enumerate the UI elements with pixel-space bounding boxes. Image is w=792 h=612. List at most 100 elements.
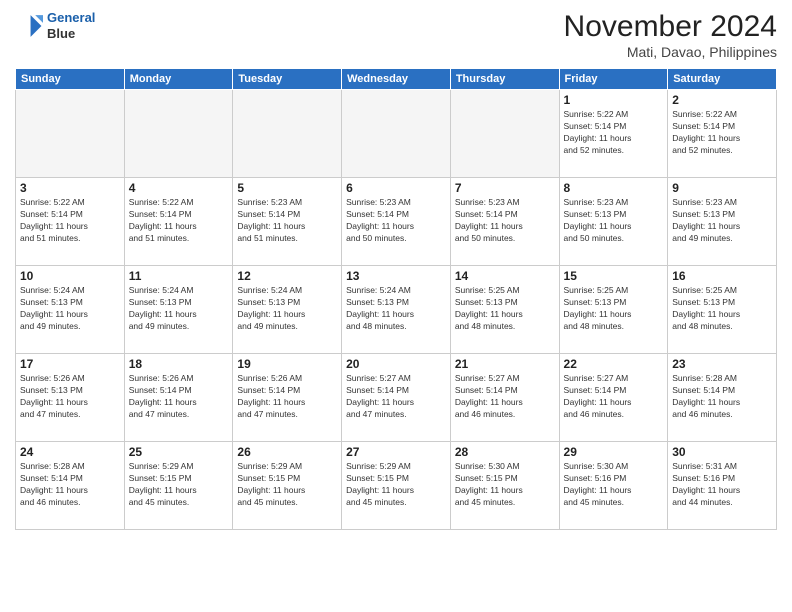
- weekday-header-saturday: Saturday: [668, 69, 777, 90]
- weekday-header-monday: Monday: [124, 69, 233, 90]
- calendar-cell: 9 Sunrise: 5:23 AM Sunset: 5:13 PM Daylig…: [668, 178, 777, 266]
- calendar-cell: 11 Sunrise: 5:24 AM Sunset: 5:13 PM Dayli…: [124, 266, 233, 354]
- week-row-4: 17Sunrise: 5:26 AM Sunset: 5:13 PM Dayli…: [16, 354, 777, 442]
- calendar-cell: [16, 90, 125, 178]
- calendar-cell: 16 Sunrise: 5:25 AM Sunset: 5:13 PM Dayli…: [668, 266, 777, 354]
- weekday-header-friday: Friday: [559, 69, 668, 90]
- day-number: 12: [237, 269, 337, 283]
- day-number: 28: [455, 445, 555, 459]
- week-row-5: 24Sunrise: 5:28 AM Sunset: 5:14 PM Dayli…: [16, 442, 777, 530]
- day-number: 18: [129, 357, 229, 371]
- calendar-cell: 19 Sunrise: 5:26 AM Sunset: 5:14 PM Dayli…: [233, 354, 342, 442]
- day-number: 25: [129, 445, 229, 459]
- day-info: Sunrise: 5:24 AM Sunset: 5:13 PM Dayligh…: [346, 285, 446, 333]
- day-number: 9: [672, 181, 772, 195]
- day-number: 19: [237, 357, 337, 371]
- day-info: Sunrise: 5:23 AM Sunset: 5:14 PM Dayligh…: [346, 197, 446, 245]
- day-number: 5: [237, 181, 337, 195]
- day-number: 29: [564, 445, 664, 459]
- month-title: November 2024: [564, 10, 777, 44]
- day-info: Sunrise: 5:30 AM Sunset: 5:16 PM Dayligh…: [564, 461, 664, 509]
- day-info: Sunrise: 5:22 AM Sunset: 5:14 PM Dayligh…: [129, 197, 229, 245]
- calendar-cell: 4 Sunrise: 5:22 AM Sunset: 5:14 PM Daylig…: [124, 178, 233, 266]
- header: General Blue November 2024 Mati, Davao, …: [15, 10, 777, 60]
- logo-icon: [15, 12, 43, 40]
- day-number: 20: [346, 357, 446, 371]
- calendar-cell: 25 Sunrise: 5:29 AM Sunset: 5:15 PM Dayli…: [124, 442, 233, 530]
- day-info: Sunrise: 5:25 AM Sunset: 5:13 PM Dayligh…: [564, 285, 664, 333]
- weekday-header-row: SundayMondayTuesdayWednesdayThursdayFrid…: [16, 69, 777, 90]
- calendar-cell: 28Sunrise: 5:30 AM Sunset: 5:15 PM Dayli…: [450, 442, 559, 530]
- calendar-cell: 5 Sunrise: 5:23 AM Sunset: 5:14 PM Daylig…: [233, 178, 342, 266]
- weekday-header-tuesday: Tuesday: [233, 69, 342, 90]
- day-number: 11: [129, 269, 229, 283]
- weekday-header-sunday: Sunday: [16, 69, 125, 90]
- calendar-cell: [233, 90, 342, 178]
- week-row-3: 10Sunrise: 5:24 AM Sunset: 5:13 PM Dayli…: [16, 266, 777, 354]
- calendar-cell: [124, 90, 233, 178]
- calendar-cell: 14 Sunrise: 5:25 AM Sunset: 5:13 PM Dayli…: [450, 266, 559, 354]
- calendar-cell: 2 Sunrise: 5:22 AM Sunset: 5:14 PM Daylig…: [668, 90, 777, 178]
- weekday-header-wednesday: Wednesday: [342, 69, 451, 90]
- day-number: 21: [455, 357, 555, 371]
- day-info: Sunrise: 5:23 AM Sunset: 5:13 PM Dayligh…: [564, 197, 664, 245]
- calendar-cell: 17Sunrise: 5:26 AM Sunset: 5:13 PM Dayli…: [16, 354, 125, 442]
- day-info: Sunrise: 5:29 AM Sunset: 5:15 PM Dayligh…: [346, 461, 446, 509]
- day-info: Sunrise: 5:27 AM Sunset: 5:14 PM Dayligh…: [346, 373, 446, 421]
- day-info: Sunrise: 5:24 AM Sunset: 5:13 PM Dayligh…: [237, 285, 337, 333]
- day-info: Sunrise: 5:31 AM Sunset: 5:16 PM Dayligh…: [672, 461, 772, 509]
- calendar-cell: 24Sunrise: 5:28 AM Sunset: 5:14 PM Dayli…: [16, 442, 125, 530]
- day-info: Sunrise: 5:26 AM Sunset: 5:13 PM Dayligh…: [20, 373, 120, 421]
- day-number: 8: [564, 181, 664, 195]
- calendar-cell: 12 Sunrise: 5:24 AM Sunset: 5:13 PM Dayli…: [233, 266, 342, 354]
- day-number: 23: [672, 357, 772, 371]
- calendar-cell: 21 Sunrise: 5:27 AM Sunset: 5:14 PM Dayli…: [450, 354, 559, 442]
- calendar-cell: 1 Sunrise: 5:22 AM Sunset: 5:14 PM Daylig…: [559, 90, 668, 178]
- week-row-2: 3 Sunrise: 5:22 AM Sunset: 5:14 PM Daylig…: [16, 178, 777, 266]
- day-info: Sunrise: 5:28 AM Sunset: 5:14 PM Dayligh…: [672, 373, 772, 421]
- day-number: 13: [346, 269, 446, 283]
- day-number: 2: [672, 93, 772, 107]
- day-info: Sunrise: 5:22 AM Sunset: 5:14 PM Dayligh…: [20, 197, 120, 245]
- day-info: Sunrise: 5:23 AM Sunset: 5:14 PM Dayligh…: [237, 197, 337, 245]
- day-number: 14: [455, 269, 555, 283]
- day-number: 4: [129, 181, 229, 195]
- calendar-cell: 30Sunrise: 5:31 AM Sunset: 5:16 PM Dayli…: [668, 442, 777, 530]
- day-number: 6: [346, 181, 446, 195]
- calendar-cell: 27 Sunrise: 5:29 AM Sunset: 5:15 PM Dayli…: [342, 442, 451, 530]
- day-number: 16: [672, 269, 772, 283]
- day-info: Sunrise: 5:29 AM Sunset: 5:15 PM Dayligh…: [237, 461, 337, 509]
- day-info: Sunrise: 5:26 AM Sunset: 5:14 PM Dayligh…: [129, 373, 229, 421]
- day-info: Sunrise: 5:27 AM Sunset: 5:14 PM Dayligh…: [455, 373, 555, 421]
- calendar-cell: 23 Sunrise: 5:28 AM Sunset: 5:14 PM Dayli…: [668, 354, 777, 442]
- calendar-cell: 6 Sunrise: 5:23 AM Sunset: 5:14 PM Daylig…: [342, 178, 451, 266]
- day-number: 26: [237, 445, 337, 459]
- calendar-cell: [342, 90, 451, 178]
- title-area: November 2024 Mati, Davao, Philippines: [564, 10, 777, 60]
- day-info: Sunrise: 5:27 AM Sunset: 5:14 PM Dayligh…: [564, 373, 664, 421]
- day-info: Sunrise: 5:22 AM Sunset: 5:14 PM Dayligh…: [672, 109, 772, 157]
- day-number: 27: [346, 445, 446, 459]
- calendar-cell: 22Sunrise: 5:27 AM Sunset: 5:14 PM Dayli…: [559, 354, 668, 442]
- day-info: Sunrise: 5:24 AM Sunset: 5:13 PM Dayligh…: [129, 285, 229, 333]
- day-info: Sunrise: 5:25 AM Sunset: 5:13 PM Dayligh…: [672, 285, 772, 333]
- calendar-cell: 8 Sunrise: 5:23 AM Sunset: 5:13 PM Daylig…: [559, 178, 668, 266]
- page: General Blue November 2024 Mati, Davao, …: [0, 0, 792, 612]
- week-row-1: 1 Sunrise: 5:22 AM Sunset: 5:14 PM Daylig…: [16, 90, 777, 178]
- day-number: 7: [455, 181, 555, 195]
- calendar-cell: 13 Sunrise: 5:24 AM Sunset: 5:13 PM Dayli…: [342, 266, 451, 354]
- day-info: Sunrise: 5:29 AM Sunset: 5:15 PM Dayligh…: [129, 461, 229, 509]
- calendar-cell: 18 Sunrise: 5:26 AM Sunset: 5:14 PM Dayli…: [124, 354, 233, 442]
- day-info: Sunrise: 5:28 AM Sunset: 5:14 PM Dayligh…: [20, 461, 120, 509]
- day-info: Sunrise: 5:23 AM Sunset: 5:13 PM Dayligh…: [672, 197, 772, 245]
- day-number: 1: [564, 93, 664, 107]
- day-info: Sunrise: 5:23 AM Sunset: 5:14 PM Dayligh…: [455, 197, 555, 245]
- calendar-cell: 3 Sunrise: 5:22 AM Sunset: 5:14 PM Daylig…: [16, 178, 125, 266]
- location: Mati, Davao, Philippines: [564, 44, 777, 60]
- day-number: 15: [564, 269, 664, 283]
- day-info: Sunrise: 5:22 AM Sunset: 5:14 PM Dayligh…: [564, 109, 664, 157]
- day-info: Sunrise: 5:26 AM Sunset: 5:14 PM Dayligh…: [237, 373, 337, 421]
- calendar-cell: 15 Sunrise: 5:25 AM Sunset: 5:13 PM Dayli…: [559, 266, 668, 354]
- day-number: 3: [20, 181, 120, 195]
- day-info: Sunrise: 5:25 AM Sunset: 5:13 PM Dayligh…: [455, 285, 555, 333]
